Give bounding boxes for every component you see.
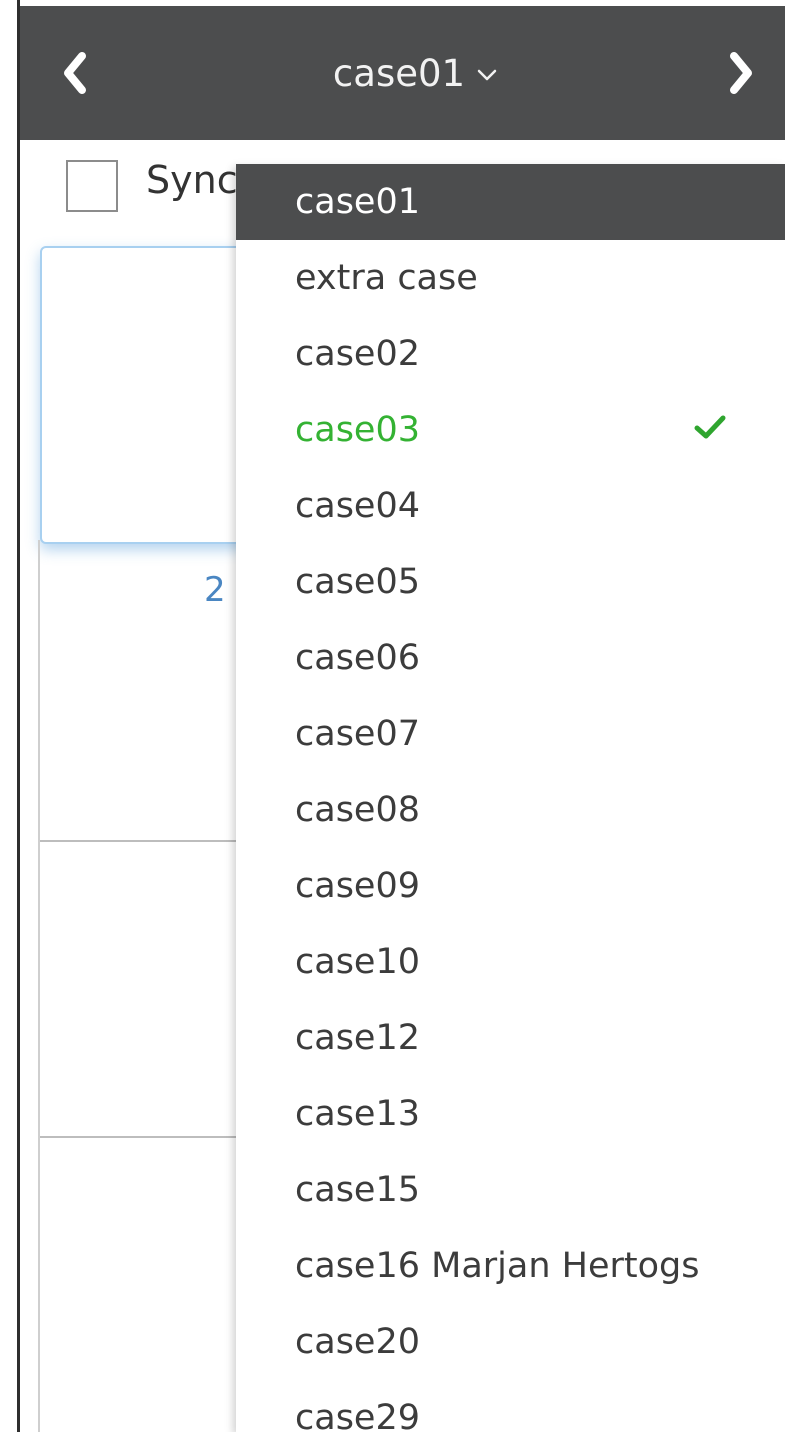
case-option-label: case04 bbox=[295, 486, 420, 526]
case-option[interactable]: case02 bbox=[236, 316, 785, 392]
case-option[interactable]: case04 bbox=[236, 468, 785, 544]
case-option-label: case01 bbox=[295, 182, 420, 222]
chevron-down-icon bbox=[477, 65, 497, 81]
case-option[interactable]: case12 bbox=[236, 1000, 785, 1076]
previous-case-button[interactable] bbox=[30, 6, 120, 140]
case-selector[interactable]: case01 bbox=[280, 6, 550, 140]
case-option[interactable]: case08 bbox=[236, 772, 785, 848]
case-dropdown-menu: case01 extra case case02 case03 case04 case05… bbox=[236, 164, 785, 1432]
case-option[interactable]: case29 bbox=[236, 1380, 785, 1432]
case-option-label: case20 bbox=[295, 1322, 420, 1362]
case-option[interactable]: case05 bbox=[236, 544, 785, 620]
page-number: 2 bbox=[204, 570, 226, 610]
case-option[interactable]: case20 bbox=[236, 1304, 785, 1380]
checkmark-icon bbox=[693, 414, 727, 440]
case-option-label: case09 bbox=[295, 866, 420, 906]
case-option-label: case02 bbox=[295, 334, 420, 374]
case-option[interactable]: case09 bbox=[236, 848, 785, 924]
case-option[interactable]: case06 bbox=[236, 620, 785, 696]
chevron-left-icon bbox=[62, 52, 88, 94]
case-option[interactable]: case03 bbox=[236, 392, 785, 468]
case-option[interactable]: case13 bbox=[236, 1076, 785, 1152]
case-option[interactable]: case10 bbox=[236, 924, 785, 1000]
window-border bbox=[17, 0, 20, 1432]
case-option-label: case29 bbox=[295, 1398, 420, 1432]
case-option[interactable]: case16 Marjan Hertogs bbox=[236, 1228, 785, 1304]
case-option[interactable]: case01 bbox=[236, 164, 785, 240]
case-header-bar: case01 bbox=[20, 0, 785, 140]
case-option-label: case03 bbox=[295, 410, 420, 450]
selected-case-label: case01 bbox=[332, 51, 466, 95]
case-option-label: case16 Marjan Hertogs bbox=[295, 1246, 700, 1286]
case-option-label: case05 bbox=[295, 562, 420, 602]
case-option-label: case07 bbox=[295, 714, 420, 754]
case-option-label: case10 bbox=[295, 942, 420, 982]
case-viewer: case01 Sync 2 case01 extra case case02 case… bbox=[0, 0, 785, 1432]
list-frame-border bbox=[38, 540, 40, 1432]
case-option-label: case12 bbox=[295, 1018, 420, 1058]
case-option-label: case13 bbox=[295, 1094, 420, 1134]
next-case-button[interactable] bbox=[696, 6, 785, 140]
case-option-label: case08 bbox=[295, 790, 420, 830]
chevron-right-icon bbox=[728, 52, 754, 94]
case-option-label: case15 bbox=[295, 1170, 420, 1210]
sync-checkbox[interactable] bbox=[66, 160, 118, 212]
sync-label: Sync bbox=[146, 158, 238, 202]
case-option[interactable]: case15 bbox=[236, 1152, 785, 1228]
window-edge bbox=[0, 0, 20, 1432]
case-option[interactable]: case07 bbox=[236, 696, 785, 772]
case-option[interactable]: extra case bbox=[236, 240, 785, 316]
case-option-label: case06 bbox=[295, 638, 420, 678]
case-option-label: extra case bbox=[295, 258, 478, 298]
